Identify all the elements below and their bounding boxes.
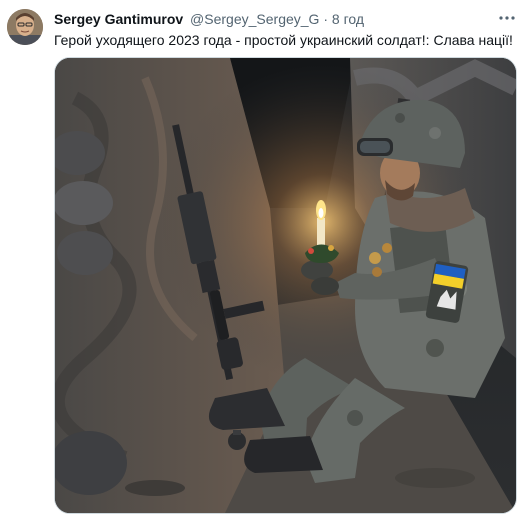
tweet-text: Герой уходящего 2023 года - простой укра… (54, 32, 513, 48)
tweet-header: Sergey Gantimurov @Sergey_Sergey_G · 8 г… (54, 10, 364, 28)
separator-dot: · (323, 11, 328, 27)
author-name[interactable]: Sergey Gantimurov (54, 11, 183, 27)
user-avatar-icon (7, 9, 43, 45)
tweet-image[interactable] (54, 57, 517, 514)
timestamp[interactable]: 8 год (332, 11, 364, 27)
more-button[interactable] (494, 8, 520, 28)
author-handle[interactable]: @Sergey_Sergey_G (190, 11, 319, 27)
tweet: Sergey Gantimurov @Sergey_Sergey_G · 8 г… (0, 0, 525, 516)
avatar[interactable] (7, 9, 43, 45)
more-horizontal-icon (499, 16, 515, 20)
soldier-in-trench-image (55, 58, 516, 513)
